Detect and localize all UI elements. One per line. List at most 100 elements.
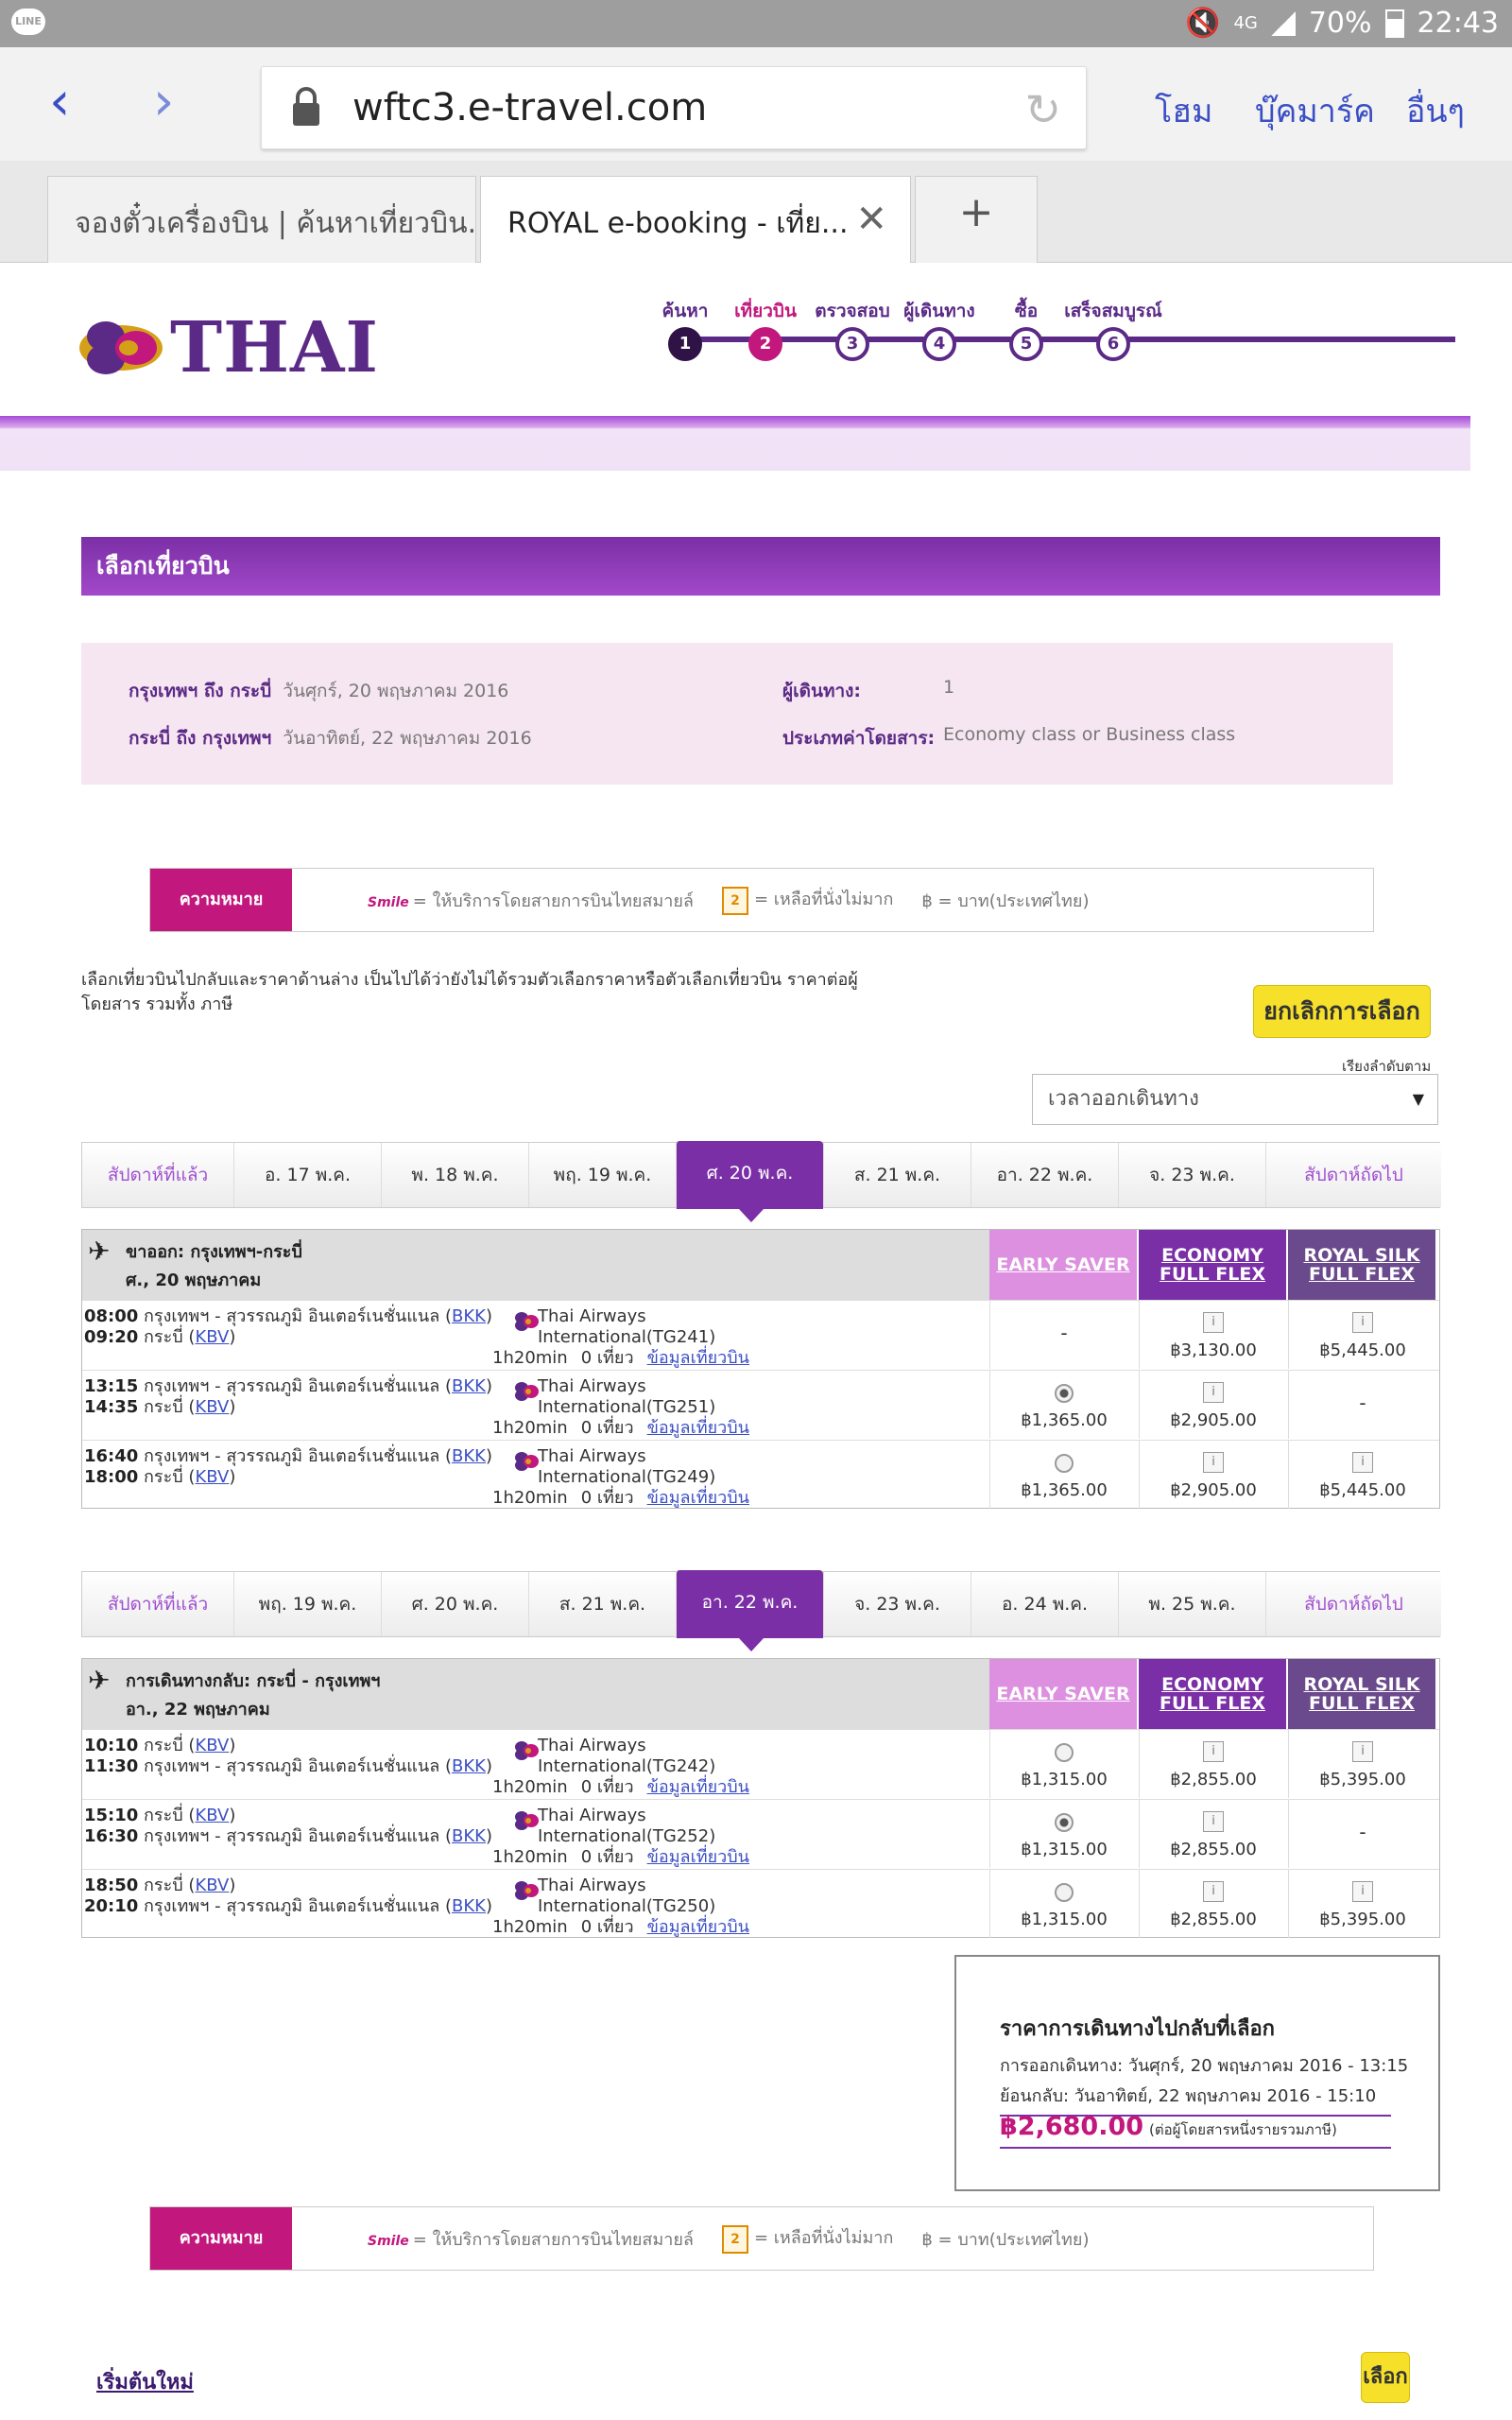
arrival-airport-link[interactable]: KBV: [195, 1397, 229, 1417]
fare-cell[interactable]: ฿1,365.00: [989, 1441, 1137, 1509]
fare-cell[interactable]: ฿1,315.00: [989, 1870, 1137, 1938]
date-tab[interactable]: ส. 21 พ.ค.: [528, 1572, 676, 1636]
flight-details-link[interactable]: ข้อมูลเที่ยวบิน: [647, 1777, 749, 1797]
date-tab[interactable]: ศ. 20 พ.ค.: [381, 1572, 528, 1636]
date-tab[interactable]: พฤ. 19 พ.ค.: [528, 1143, 676, 1207]
date-tab[interactable]: ศ. 20 พ.ค.: [676, 1141, 823, 1222]
cancel-selection-button[interactable]: ยกเลิกการเลือก: [1253, 985, 1431, 1038]
url-text[interactable]: wftc3.e-travel.com: [352, 86, 707, 130]
previous-week-link[interactable]: สัปดาห์ที่แล้ว: [82, 1572, 233, 1636]
tab-flight-search[interactable]: จองตั๋วเครื่องบิน | ค้นหาเที่ยวบิน...: [47, 176, 476, 263]
fare-column-header[interactable]: ECONOMY FULL FLEX: [1139, 1230, 1286, 1300]
fare-cell[interactable]: ฿1,365.00: [989, 1371, 1137, 1439]
info-icon[interactable]: i: [1203, 1452, 1224, 1473]
select-button[interactable]: เลือก: [1361, 2352, 1410, 2403]
arrival-airport-link[interactable]: KBV: [195, 1467, 229, 1487]
date-tab[interactable]: พ. 18 พ.ค.: [381, 1143, 528, 1207]
date-tab[interactable]: จ. 23 พ.ค.: [1118, 1143, 1265, 1207]
fare-unavailable: -: [1060, 1322, 1068, 1344]
fare-cell[interactable]: i ฿2,855.00: [1139, 1800, 1286, 1868]
fare-cell[interactable]: i ฿2,905.00: [1139, 1371, 1286, 1439]
restart-link[interactable]: เริ่มต้นใหม่: [96, 2365, 194, 2398]
fare-column-header[interactable]: ROYAL SILK FULL FLEX: [1288, 1659, 1435, 1729]
forward-icon[interactable]: ›: [153, 76, 174, 129]
browser-link-more[interactable]: อื่นๆ: [1406, 85, 1465, 136]
info-icon[interactable]: i: [1203, 1312, 1224, 1333]
date-tab[interactable]: พฤ. 19 พ.ค.: [233, 1572, 381, 1636]
next-week-link[interactable]: สัปดาห์ถัดไป: [1265, 1572, 1441, 1636]
departure-airport-link[interactable]: BKK: [452, 1446, 486, 1466]
next-week-link[interactable]: สัปดาห์ถัดไป: [1265, 1143, 1441, 1207]
fare-radio[interactable]: [1055, 1384, 1074, 1403]
info-icon[interactable]: i: [1352, 1312, 1373, 1333]
fare-cell[interactable]: i ฿2,855.00: [1139, 1730, 1286, 1798]
flight-details-link[interactable]: ข้อมูลเที่ยวบิน: [647, 1488, 749, 1508]
fare-cell[interactable]: ฿1,315.00: [989, 1730, 1137, 1798]
airline-name: Thai Airways: [538, 1736, 646, 1755]
info-icon[interactable]: i: [1352, 1741, 1373, 1762]
date-tab[interactable]: ส. 21 พ.ค.: [823, 1143, 971, 1207]
browser-link-bookmarks[interactable]: บุ๊คมาร์ค: [1255, 85, 1375, 136]
date-tab[interactable]: อา. 22 พ.ค.: [676, 1570, 823, 1651]
browser-link-home[interactable]: โฮม: [1155, 85, 1212, 136]
sort-select[interactable]: เวลาออกเดินทาง ▼: [1032, 1074, 1438, 1125]
step-number: 3: [835, 327, 869, 361]
address-bar[interactable]: wftc3.e-travel.com ↻: [261, 66, 1087, 149]
date-tab[interactable]: อ. 24 พ.ค.: [971, 1572, 1118, 1636]
flight-times: 13:15 กรุงเทพฯ - สุวรรณภูมิ อินเตอร์เนชั…: [84, 1376, 492, 1417]
arrival-airport-link[interactable]: BKK: [452, 1756, 486, 1776]
arrival-airport-link[interactable]: BKK: [452, 1826, 486, 1846]
fare-cell[interactable]: i ฿5,395.00: [1288, 1730, 1435, 1798]
plus-icon: +: [958, 188, 994, 236]
flight-details-link[interactable]: ข้อมูลเที่ยวบิน: [647, 1917, 749, 1937]
fare-column-header[interactable]: ROYAL SILK FULL FLEX: [1288, 1230, 1435, 1300]
thai-logo[interactable]: THAI: [77, 307, 379, 389]
departure-airport-link[interactable]: KBV: [195, 1876, 229, 1895]
departure-airport-link[interactable]: KBV: [195, 1736, 229, 1755]
departure-airport-link[interactable]: BKK: [452, 1306, 486, 1326]
flight-details-link[interactable]: ข้อมูลเที่ยวบิน: [647, 1348, 749, 1368]
date-tab[interactable]: จ. 23 พ.ค.: [823, 1572, 971, 1636]
date-tab[interactable]: พ. 25 พ.ค.: [1118, 1572, 1265, 1636]
fare-radio[interactable]: [1055, 1454, 1074, 1473]
fare-column-header[interactable]: EARLY SAVER: [989, 1230, 1137, 1300]
departure-airport-link[interactable]: KBV: [195, 1806, 229, 1825]
fare-unavailable: -: [1359, 1392, 1366, 1414]
info-icon[interactable]: i: [1203, 1811, 1224, 1832]
back-icon[interactable]: ‹: [49, 76, 70, 129]
few-seats-icon: 2: [721, 887, 748, 915]
airline-info: Thai Airways International(TG252) 1h20min 0…: [492, 1806, 749, 1868]
info-icon[interactable]: i: [1203, 1382, 1224, 1403]
fare-cell[interactable]: i ฿5,445.00: [1288, 1441, 1435, 1509]
info-icon[interactable]: i: [1203, 1741, 1224, 1762]
date-tab[interactable]: อา. 22 พ.ค.: [971, 1143, 1118, 1207]
fare-cell[interactable]: i ฿2,905.00: [1139, 1441, 1286, 1509]
tab-royal-ebooking[interactable]: ROYAL e-booking - เที่ย... ✕: [480, 176, 911, 263]
arrival-airport-link[interactable]: BKK: [452, 1896, 486, 1916]
fare-cell[interactable]: i ฿2,855.00: [1139, 1870, 1286, 1938]
info-icon[interactable]: i: [1352, 1452, 1373, 1473]
clock: 22:43: [1417, 7, 1499, 40]
fare-radio[interactable]: [1055, 1813, 1074, 1832]
fare-column-header[interactable]: ECONOMY FULL FLEX: [1139, 1659, 1286, 1729]
route2-label: กระบี่ ถึง กรุงเทพฯ: [129, 728, 272, 749]
info-icon[interactable]: i: [1203, 1881, 1224, 1902]
date-tab[interactable]: อ. 17 พ.ค.: [233, 1143, 381, 1207]
direction-date: ศ., 20 พฤษภาคม: [126, 1270, 262, 1290]
arrival-airport-link[interactable]: KBV: [195, 1327, 229, 1347]
fare-cell[interactable]: i ฿5,395.00: [1288, 1870, 1435, 1938]
fare-column-header[interactable]: EARLY SAVER: [989, 1659, 1137, 1729]
new-tab-button[interactable]: +: [915, 176, 1038, 263]
fare-cell[interactable]: i ฿3,130.00: [1139, 1301, 1286, 1369]
previous-week-link[interactable]: สัปดาห์ที่แล้ว: [82, 1143, 233, 1207]
reload-icon[interactable]: ↻: [1024, 84, 1061, 135]
fare-cell[interactable]: i ฿5,445.00: [1288, 1301, 1435, 1369]
departure-airport-link[interactable]: BKK: [452, 1376, 486, 1396]
close-icon[interactable]: ✕: [855, 198, 887, 241]
info-icon[interactable]: i: [1352, 1881, 1373, 1902]
flight-details-link[interactable]: ข้อมูลเที่ยวบิน: [647, 1847, 749, 1867]
fare-radio[interactable]: [1055, 1743, 1074, 1762]
fare-cell[interactable]: ฿1,315.00: [989, 1800, 1137, 1868]
flight-details-link[interactable]: ข้อมูลเที่ยวบิน: [647, 1418, 749, 1438]
fare-radio[interactable]: [1055, 1883, 1074, 1902]
